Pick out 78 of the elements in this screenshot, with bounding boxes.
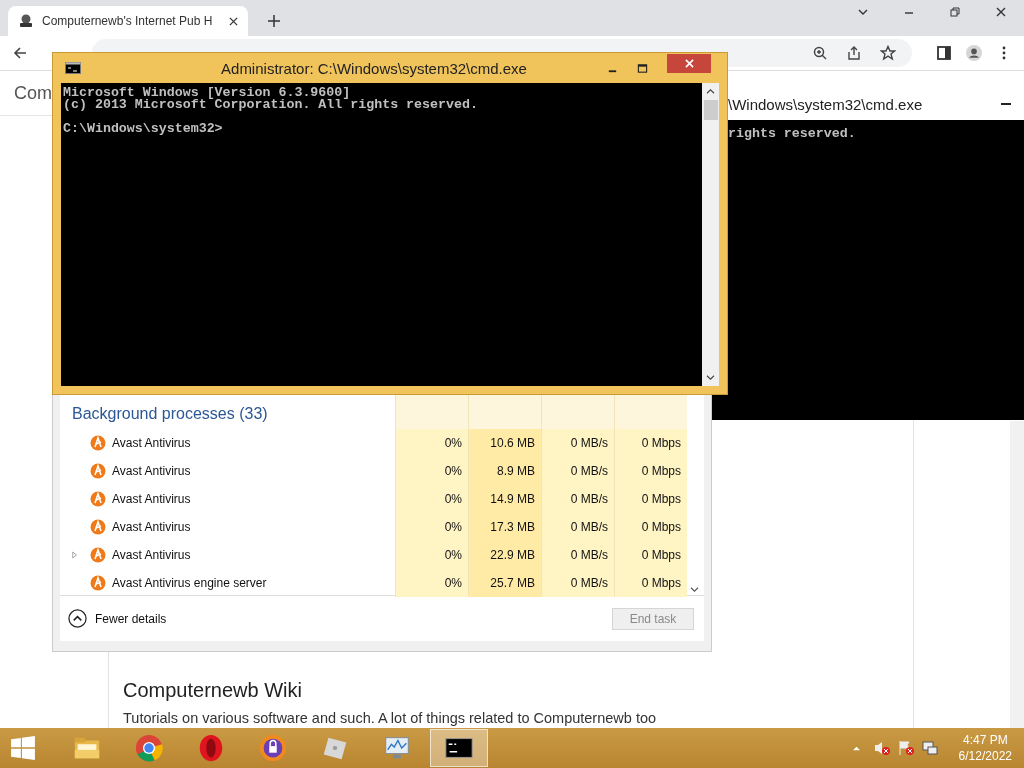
console-prompt: C:\Windows\system32> [63,123,224,135]
disk-cell: 0 MB/s [541,457,614,485]
antivirus-icon [90,491,106,507]
disk-cell: 0 MB/s [541,429,614,457]
cpu-cell: 0% [395,457,468,485]
fewer-details-button[interactable]: Fewer details [68,609,167,628]
antivirus-icon [90,547,106,563]
antivirus-icon [90,435,106,451]
disk-cell: 0 MB/s [541,485,614,513]
scroll-thumb[interactable] [703,100,718,120]
restore-icon[interactable] [949,6,961,18]
scroll-up-icon[interactable] [706,88,715,95]
console-line: Microsoft Windows [Version 6.3.9600] [63,87,351,99]
memory-cell: 8.9 MB [468,457,541,485]
process-row[interactable]: Avast Antivirus 0% 8.9 MB 0 MB/s 0 Mbps [60,457,704,485]
chrome-icon [134,733,164,763]
profile-icon[interactable] [966,45,982,61]
show-hidden-icons-icon[interactable] [851,744,861,752]
section-heading: Computernewb Wiki [123,679,303,702]
memory-cell: 25.7 MB [468,569,541,597]
network-cell: 0 Mbps [614,457,687,485]
back-icon[interactable] [12,45,28,61]
chevron-up-icon [68,609,87,628]
close-icon [684,58,694,68]
scroll-down-icon[interactable] [690,586,699,593]
memory-cell: 10.6 MB [468,429,541,457]
disk-cell: 0 MB/s [541,541,614,569]
muted-speaker-icon[interactable] [872,739,891,757]
share-icon[interactable] [846,45,862,61]
console-icon [65,62,81,74]
network-cell: 0 Mbps [614,569,687,597]
console-line: rights reserved. [728,128,857,140]
antivirus-icon [90,575,106,591]
flag-alert-icon[interactable] [896,739,915,757]
network-cell: 0 Mbps [614,513,687,541]
cpu-cell: 0% [395,513,468,541]
close-button[interactable] [667,53,711,73]
console-line: (c) 2013 Microsoft Corporation. All rights reserved. [63,99,479,111]
disk-cell: 0 MB/s [541,569,614,597]
window-title: Administrator: C:\Windows\system32\cmd.exe [220,59,528,77]
maximize-icon[interactable] [637,62,648,74]
scrollbar[interactable] [1010,421,1024,728]
browser-tab[interactable]: Computernewb's Internet Pub H [8,6,248,36]
windows-logo-icon[interactable] [10,735,36,761]
active-taskbar-button[interactable] [430,729,488,767]
memory-cell: 17.3 MB [468,513,541,541]
new-tab-icon[interactable] [268,15,280,27]
shield-lock-icon [258,733,288,763]
star-icon[interactable] [880,45,896,61]
cpu-cell: 0% [395,429,468,457]
scroll-down-icon[interactable] [706,374,715,381]
network-cell: 0 Mbps [614,541,687,569]
close-icon[interactable] [995,6,1007,18]
memory-cell: 22.9 MB [468,541,541,569]
process-row[interactable]: Avast Antivirus 0% 14.9 MB 0 MB/s 0 Mbps [60,485,704,513]
cpu-cell: 0% [395,485,468,513]
memory-cell: 14.9 MB [468,485,541,513]
side-panel-icon[interactable] [936,45,952,61]
disk-cell: 0 MB/s [541,513,614,541]
antivirus-icon [90,463,106,479]
process-row[interactable]: Avast Antivirus 0% 22.9 MB 0 MB/s 0 Mbps [60,541,704,569]
cpu-cell: 0% [395,541,468,569]
process-row[interactable]: Avast Antivirus engine server 0% 25.7 MB 0 MB/s 0 Mbps [60,569,704,597]
scrollbar[interactable] [702,83,719,386]
network-icon[interactable] [920,739,939,757]
site-title[interactable]: Com [14,82,52,104]
group-heading: Background processes (33) [71,404,269,424]
network-cell: 0 Mbps [614,485,687,513]
close-tab-icon[interactable] [229,16,238,26]
zoom-icon[interactable] [812,45,828,61]
favicon-icon [18,13,34,29]
antivirus-icon [90,519,106,535]
process-row[interactable]: Avast Antivirus 0% 10.6 MB 0 MB/s 0 Mbps [60,429,704,457]
paragraph: Tutorials on various software and such. A lot of things related to Computernewb too [123,710,658,726]
process-row[interactable]: Avast Antivirus 0% 17.3 MB 0 MB/s 0 Mbps [60,513,704,541]
cpu-cell: 0% [395,569,468,597]
network-cell: 0 Mbps [614,429,687,457]
window-title: \Windows\system32\cmd.exe [728,95,924,113]
